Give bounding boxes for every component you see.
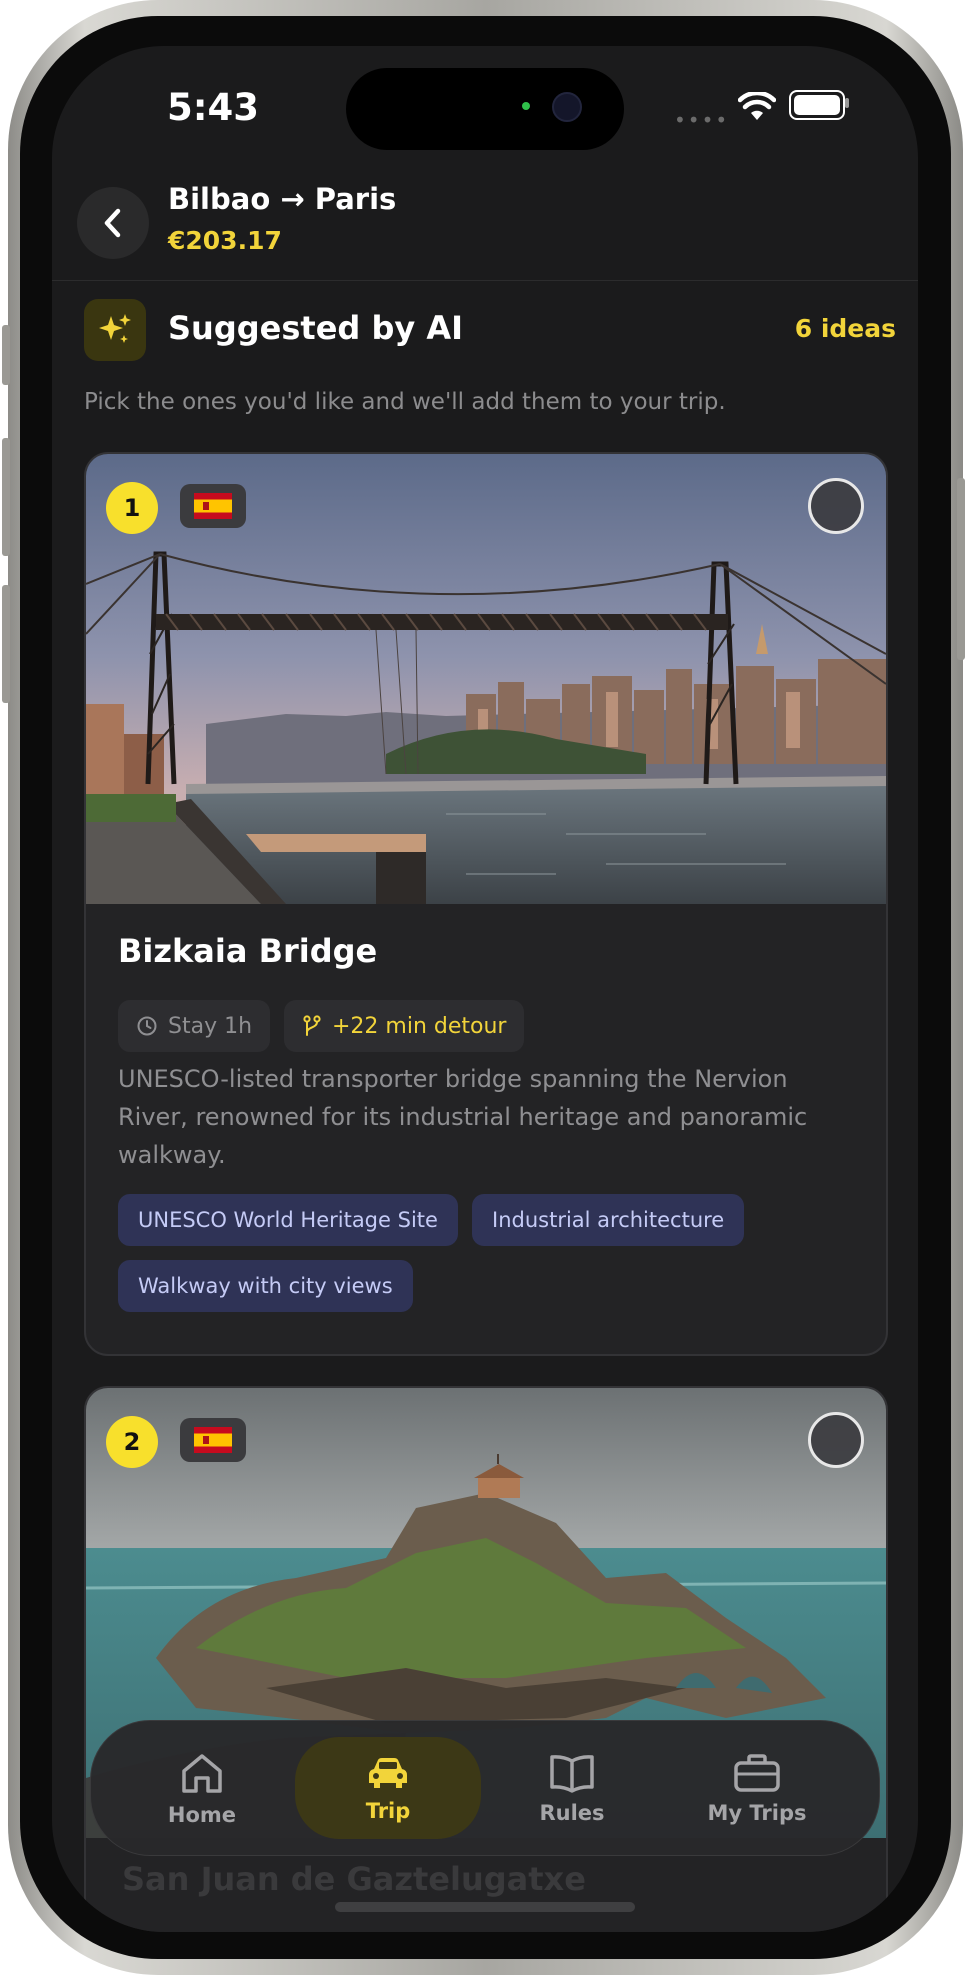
spain-flag-icon	[194, 1427, 232, 1453]
clock-icon	[137, 1016, 157, 1036]
country-flag-chip	[180, 1418, 246, 1462]
status-time: 5:43	[167, 86, 260, 129]
detour-text: +22 min detour	[332, 1013, 507, 1039]
header-divider	[52, 280, 918, 281]
volume-down-button	[2, 585, 10, 703]
country-flag-chip	[180, 484, 246, 528]
chevron-left-icon	[104, 208, 121, 238]
back-button[interactable]	[77, 187, 149, 259]
ideas-count: 6 ideas	[794, 314, 896, 343]
ai-sparkle-badge	[84, 299, 146, 361]
car-icon	[369, 1758, 407, 1788]
volume-up-button	[2, 438, 10, 556]
section-subtitle: Pick the ones you'd like and we'll add t…	[84, 389, 726, 415]
sparkles-icon	[99, 314, 131, 343]
bottom-tab-bar: Home Trip Rules My Trips	[90, 1720, 880, 1856]
tag-chip[interactable]: Industrial architecture	[472, 1194, 745, 1246]
tab-trip[interactable]: Trip	[313, 1721, 463, 1857]
camera-indicator-dot	[522, 102, 530, 110]
cellular-signal-icon: ••••	[674, 108, 730, 132]
tag-chip[interactable]: UNESCO World Heritage Site	[118, 1194, 458, 1246]
detour-chip: +22 min detour	[284, 1000, 525, 1052]
select-toggle[interactable]	[808, 1412, 864, 1468]
briefcase-icon	[734, 1754, 780, 1792]
card-title: Bizkaia Bridge	[118, 932, 378, 970]
wifi-icon	[738, 92, 776, 120]
battery-nub	[845, 98, 849, 108]
card-number-badge: 2	[106, 1416, 158, 1468]
card-title: San Juan de Gaztelugatxe	[122, 1860, 586, 1898]
book-icon	[550, 1755, 594, 1793]
screen: 5:43 •••• Bilbao → Paris €203.17 Suggest…	[52, 46, 918, 1932]
card-description: UNESCO-listed transporter bridge spannin…	[118, 1065, 808, 1169]
card-number-badge: 1	[106, 482, 158, 534]
suggestion-card[interactable]: 1 Bizkaia Bridge Stay 1h +22 min detour	[84, 452, 888, 1356]
spain-flag-icon	[194, 493, 232, 519]
route-title: Bilbao → Paris	[168, 182, 397, 216]
tab-rules-label: Rules	[539, 1801, 605, 1825]
section-title: Suggested by AI	[168, 309, 464, 347]
dynamic-island	[346, 68, 624, 150]
stay-duration-chip: Stay 1h	[118, 1000, 271, 1052]
tag-chip[interactable]: Walkway with city views	[118, 1260, 413, 1312]
tab-home-label: Home	[167, 1803, 237, 1827]
home-icon	[182, 1754, 222, 1793]
action-button	[2, 325, 10, 385]
home-indicator	[335, 1902, 635, 1912]
route-price: €203.17	[168, 226, 282, 255]
tab-my-trips-label: My Trips	[707, 1801, 807, 1825]
select-toggle[interactable]	[808, 478, 864, 534]
tab-rules[interactable]: Rules	[497, 1721, 647, 1857]
camera-lens	[552, 92, 582, 122]
power-button	[957, 478, 965, 660]
battery-icon	[789, 90, 845, 120]
tab-my-trips[interactable]: My Trips	[677, 1721, 837, 1857]
stay-duration-text: Stay 1h	[168, 1013, 253, 1039]
tab-trip-label: Trip	[365, 1799, 411, 1823]
route-branch-icon	[303, 1015, 321, 1036]
tab-home[interactable]: Home	[127, 1721, 277, 1857]
